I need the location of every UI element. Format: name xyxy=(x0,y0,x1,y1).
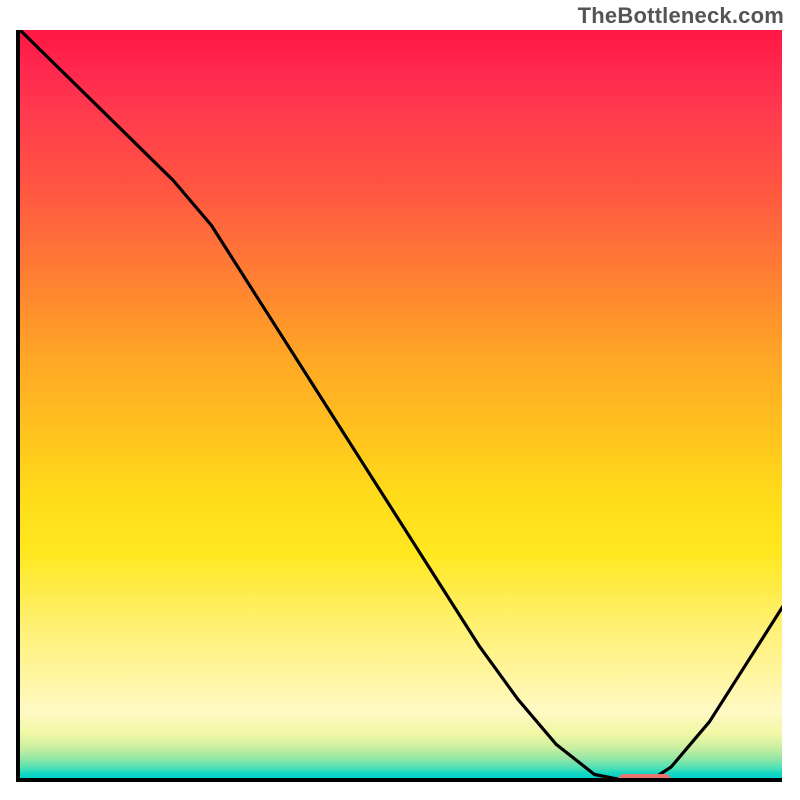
watermark-text: TheBottleneck.com xyxy=(578,3,784,29)
line-plot-svg xyxy=(20,30,782,782)
optimal-range-marker xyxy=(618,774,672,782)
bottleneck-curve xyxy=(20,30,782,782)
chart-container: TheBottleneck.com xyxy=(0,0,800,800)
plot-area xyxy=(16,30,782,782)
